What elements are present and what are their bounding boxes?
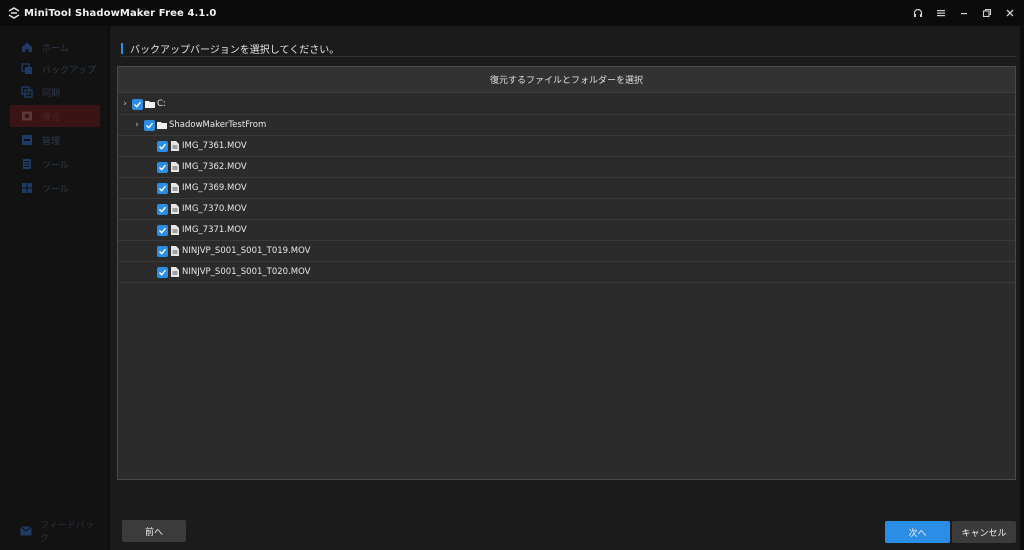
headset-icon[interactable] [908,3,928,23]
folder-icon [145,99,155,110]
checkbox[interactable] [157,224,168,236]
expand-chevron-icon[interactable]: › [120,99,130,109]
tree-row[interactable]: › ShadowMakerTestFrom [118,115,1015,136]
sidebar-item-restore[interactable]: 復元 [10,105,100,127]
tree-item-label: IMG_7369.MOV [182,183,247,193]
tree-item-label: NINJVP_S001_S001_T020.MOV [182,267,311,277]
file-icon [170,225,180,236]
tree-row[interactable]: NINJVP_S001_S001_T019.MOV [118,241,1015,262]
file-icon [170,246,180,257]
file-icon [170,204,180,215]
checkbox[interactable] [144,119,155,131]
main-content: バックアップバージョンを選択してください。 復元するファイルとフォルダーを選択 … [110,26,1024,550]
menu-icon[interactable] [931,3,951,23]
sidebar-item-feedback[interactable]: フィードバック [10,521,100,544]
tree-item-label: NINJVP_S001_S001_T019.MOV [182,246,311,256]
restore-icon [20,109,34,123]
tree-row[interactable]: › C: [118,94,1015,115]
sidebar-item-label: 同期 [42,88,61,99]
sidebar-item-home[interactable]: ホーム [10,36,100,58]
tree-row[interactable]: IMG_7362.MOV [118,157,1015,178]
tree-item-label: IMG_7371.MOV [182,225,247,235]
sidebar-item-label: ツール [42,184,70,195]
tree-row[interactable]: IMG_7371.MOV [118,220,1015,241]
file-tree-panel: 復元するファイルとフォルダーを選択 › C: › ShadowMakerTest… [117,66,1016,480]
tree-item-label: IMG_7370.MOV [182,204,247,214]
backup-icon [20,62,34,76]
page-title: バックアップバージョンを選択してください。 [130,45,340,56]
checkbox[interactable] [157,266,168,278]
section-accent-bar [121,43,123,54]
checkbox[interactable] [157,161,168,173]
sidebar-item-vhd[interactable]: ツール [10,177,100,199]
sidebar-item-label: 管理 [42,136,61,147]
mail-icon [20,526,32,536]
file-icon [170,267,180,278]
section-header: バックアップバージョンを選択してください。 [121,41,1017,57]
panel-title: 復元するファイルとフォルダーを選択 [118,67,1015,93]
sidebar-item-label: フィードバック [40,521,94,544]
app-title: MiniTool ShadowMaker Free 4.1.0 [24,7,217,19]
folder-icon [157,120,167,131]
sidebar-item-label: ツール [42,160,70,171]
checkbox[interactable] [157,140,168,152]
sidebar-item-label: ホーム [42,43,69,54]
file-icon [170,141,180,152]
next-button[interactable]: 次へ [885,521,950,543]
tools-icon [20,157,34,171]
sidebar-item-label: バックアップ [42,65,97,76]
checkbox[interactable] [157,203,168,215]
close-icon[interactable] [1000,3,1020,23]
sidebar: ホーム バックアップ 同期 復元 管理 ツール ツール フィードバック [0,26,108,550]
sidebar-item-label: 復元 [42,112,61,123]
app-logo-icon [6,5,22,21]
tree-row[interactable]: IMG_7369.MOV [118,178,1015,199]
sidebar-item-manage[interactable]: 管理 [10,129,100,151]
sidebar-item-sync[interactable]: 同期 [10,81,100,103]
title-bar: MiniTool ShadowMaker Free 4.1.0 [0,0,1024,26]
checkbox[interactable] [157,182,168,194]
file-icon [170,183,180,194]
file-icon [170,162,180,173]
back-button[interactable]: 前へ [122,520,186,542]
tree-item-label: ShadowMakerTestFrom [169,120,267,130]
window-controls [905,0,1020,26]
vhd-icon [20,181,34,195]
expand-chevron-icon[interactable]: › [132,120,142,130]
tree-item-label: IMG_7361.MOV [182,141,247,151]
window-edge [1020,26,1024,550]
cancel-button[interactable]: キャンセル [952,521,1016,543]
manage-icon [20,133,34,147]
sidebar-item-tools[interactable]: ツール [10,153,100,175]
tree-item-label: C: [157,99,166,109]
tree-row[interactable]: IMG_7361.MOV [118,136,1015,157]
tree-row[interactable]: IMG_7370.MOV [118,199,1015,220]
tree-item-label: IMG_7362.MOV [182,162,247,172]
minimize-icon[interactable] [954,3,974,23]
sidebar-item-backup[interactable]: バックアップ [10,58,100,80]
restore-icon[interactable] [977,3,997,23]
tree-row[interactable]: NINJVP_S001_S001_T020.MOV [118,262,1015,283]
checkbox[interactable] [157,245,168,257]
home-icon [20,40,34,54]
sync-icon [20,85,34,99]
checkbox[interactable] [132,98,143,110]
